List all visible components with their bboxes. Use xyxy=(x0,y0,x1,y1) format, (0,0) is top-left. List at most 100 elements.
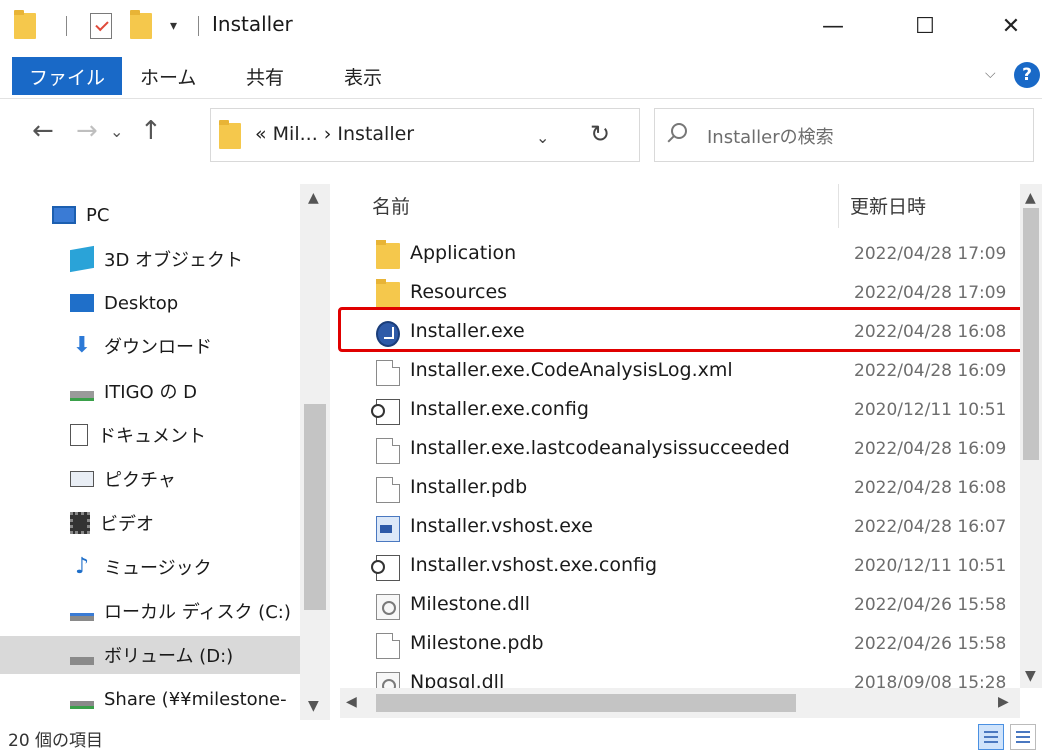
title-bar: ▾ Installer — ☐ ✕ xyxy=(0,0,1042,52)
scroll-up-icon[interactable]: ▲ xyxy=(1025,190,1036,206)
file-date: 2020/12/11 10:51 xyxy=(854,400,1007,420)
nav-item-volume-d[interactable]: ボリューム (D:) xyxy=(0,636,300,674)
file-name: Milestone.pdb xyxy=(410,632,544,654)
back-arrow-icon[interactable]: ← xyxy=(32,116,54,146)
nav-item-videos[interactable]: ビデオ xyxy=(0,504,300,542)
separator xyxy=(198,10,199,42)
nav-item-label: ミュージック xyxy=(104,558,212,579)
file-row[interactable]: Installer.vshost.exe.config 2020/12/11 1… xyxy=(340,548,1020,586)
close-button[interactable]: ✕ xyxy=(980,0,1042,52)
address-path[interactable]: « Mil... › Installer xyxy=(255,123,414,145)
column-header-date[interactable]: 更新日時 xyxy=(850,192,926,219)
nav-item-music[interactable]: ♪ ミュージック xyxy=(0,548,300,586)
nav-item-label: ボリューム (D:) xyxy=(104,646,234,667)
scroll-left-icon[interactable]: ◀ xyxy=(346,694,357,710)
scroll-up-icon[interactable]: ▲ xyxy=(308,190,319,206)
file-name: Installer.pdb xyxy=(410,476,528,498)
file-list-scrollbar[interactable]: ▲ ▼ xyxy=(1020,184,1042,688)
file-row[interactable]: Installer.exe.CodeAnalysisLog.xml 2022/0… xyxy=(340,353,1020,391)
search-box[interactable]: Installerの検索 xyxy=(654,108,1034,162)
nav-item-label: Share (¥¥milestone- xyxy=(104,688,287,710)
dll-file-icon xyxy=(376,594,400,620)
file-row[interactable]: Milestone.pdb 2022/04/26 15:58 xyxy=(340,626,1020,664)
tab-view[interactable]: 表示 xyxy=(334,57,392,95)
file-row[interactable]: Installer.exe.config 2020/12/11 10:51 xyxy=(340,392,1020,430)
file-row[interactable]: Installer.pdb 2022/04/28 16:08 xyxy=(340,470,1020,508)
pictures-icon xyxy=(70,471,94,487)
new-folder-button[interactable] xyxy=(130,10,152,42)
minimize-icon: — xyxy=(822,13,844,39)
scroll-down-icon[interactable]: ▼ xyxy=(1025,668,1036,684)
tab-share[interactable]: 共有 xyxy=(236,57,294,95)
file-row[interactable]: Npgsql.dll 2018/09/08 15:28 xyxy=(340,665,1020,688)
tab-home[interactable]: ホーム xyxy=(130,57,206,95)
volume-icon xyxy=(70,657,94,665)
nav-item-label: PC xyxy=(86,204,110,226)
nav-scrollbar[interactable]: ▲ ▼ xyxy=(300,184,330,720)
file-name: Installer.exe.config xyxy=(410,398,589,420)
search-input[interactable]: Installerの検索 xyxy=(707,123,834,149)
file-name: Installer.vshost.exe xyxy=(410,515,593,537)
nav-item-3d-objects[interactable]: 3D オブジェクト xyxy=(0,240,300,278)
file-icon xyxy=(376,438,400,464)
config-file-icon xyxy=(371,555,400,581)
recent-locations-chevron-icon[interactable]: ⌄ xyxy=(110,122,123,141)
refresh-icon[interactable]: ↻ xyxy=(590,120,610,148)
folder-icon xyxy=(219,120,241,149)
column-separator[interactable] xyxy=(838,184,839,228)
file-list-hscrollbar[interactable]: ◀ ▶ xyxy=(340,688,1020,718)
file-date: 2022/04/28 17:09 xyxy=(854,244,1007,264)
file-icon xyxy=(376,360,400,386)
ribbon-divider xyxy=(0,98,1042,99)
help-button[interactable]: ? xyxy=(1014,62,1040,88)
tab-file[interactable]: ファイル xyxy=(12,57,122,95)
up-arrow-icon[interactable]: ↑ xyxy=(140,116,162,146)
file-list-scrollbar-thumb[interactable] xyxy=(1023,208,1039,460)
address-dropdown-icon[interactable]: ⌄ xyxy=(536,128,549,147)
file-name: Installer.exe.CodeAnalysisLog.xml xyxy=(410,359,733,381)
nav-item-network-drive[interactable]: ITIGO の D xyxy=(0,372,300,410)
forward-arrow-icon[interactable]: → xyxy=(76,116,98,146)
search-icon xyxy=(671,123,687,139)
nav-item-local-disk[interactable]: ローカル ディスク (C:) xyxy=(0,592,300,630)
file-row[interactable]: Installer.vshost.exe 2022/04/28 16:07 xyxy=(340,509,1020,547)
file-date: 2022/04/28 17:09 xyxy=(854,283,1007,303)
maximize-button[interactable]: ☐ xyxy=(894,0,956,52)
file-date: 2022/04/28 16:08 xyxy=(854,478,1007,498)
properties-button[interactable] xyxy=(90,10,112,42)
nav-item-downloads[interactable]: ⬇ ダウンロード xyxy=(0,327,300,365)
file-row[interactable]: Installer.exe.lastcodeanalysissucceeded … xyxy=(340,431,1020,469)
documents-icon xyxy=(70,424,88,446)
navigation-pane: PC 3D オブジェクト Desktop ⬇ ダウンロード ITIGO の D … xyxy=(0,184,332,720)
nav-item-desktop[interactable]: Desktop xyxy=(0,284,300,322)
file-row[interactable]: Milestone.dll 2022/04/26 15:58 xyxy=(340,587,1020,625)
minimize-button[interactable]: — xyxy=(802,0,864,52)
large-icons-view-button[interactable] xyxy=(1010,724,1036,750)
nav-item-label: 3D オブジェクト xyxy=(104,250,244,271)
application-icon xyxy=(376,516,400,542)
nav-item-label: ビデオ xyxy=(100,514,154,535)
pc-icon xyxy=(52,206,76,224)
details-view-button[interactable] xyxy=(978,724,1004,750)
column-header-name[interactable]: 名前 xyxy=(372,192,410,219)
nav-item-documents[interactable]: ドキュメント xyxy=(0,416,300,454)
folder-icon xyxy=(376,279,400,308)
scroll-down-icon[interactable]: ▼ xyxy=(308,698,319,714)
address-bar[interactable]: « Mil... › Installer xyxy=(210,108,640,162)
sort-ascending-icon: ^ xyxy=(590,184,603,194)
file-row[interactable]: Application 2022/04/28 17:09 xyxy=(340,236,1020,274)
customize-quick-access-button[interactable]: ▾ xyxy=(170,10,177,42)
nav-item-pictures[interactable]: ピクチャ xyxy=(0,460,300,498)
file-name: Application xyxy=(410,242,517,264)
file-date: 2022/04/26 15:58 xyxy=(854,595,1007,615)
nav-item-share[interactable]: Share (¥¥milestone- xyxy=(0,680,300,718)
nav-item-pc[interactable]: PC xyxy=(0,196,300,234)
config-file-icon xyxy=(371,399,400,425)
expand-ribbon-icon[interactable]: ⌵ xyxy=(985,66,996,82)
file-name: Installer.exe.lastcodeanalysissucceeded xyxy=(410,437,790,459)
scroll-right-icon[interactable]: ▶ xyxy=(998,694,1009,710)
new-folder-icon xyxy=(130,10,152,39)
file-name: Resources xyxy=(410,281,508,303)
hscrollbar-thumb[interactable] xyxy=(376,694,796,712)
nav-scrollbar-thumb[interactable] xyxy=(304,404,326,610)
